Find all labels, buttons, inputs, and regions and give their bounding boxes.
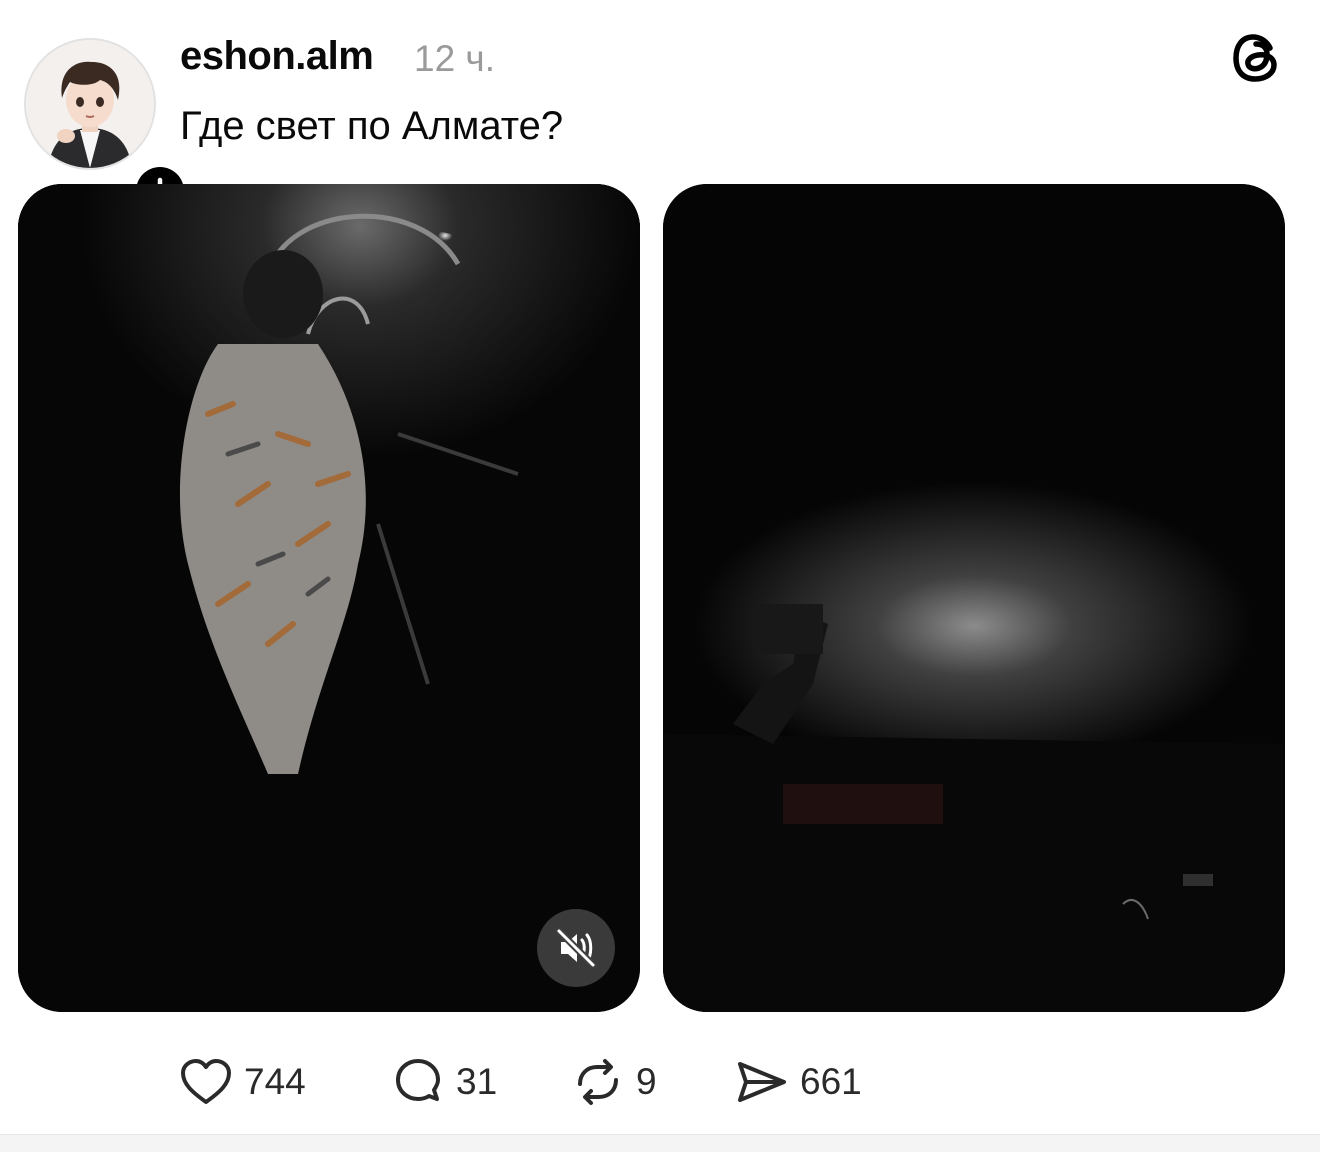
avatar[interactable] (24, 38, 156, 170)
username[interactable]: eshon.alm (180, 34, 374, 79)
video-1[interactable] (18, 184, 640, 1012)
avatar-container[interactable] (24, 38, 188, 219)
like-count: 744 (244, 1061, 306, 1102)
timestamp: 12 ч. (414, 38, 495, 79)
mute-button[interactable] (537, 909, 615, 987)
repost-arrows-icon (578, 1059, 618, 1105)
heart-icon (181, 1059, 231, 1104)
repost-count: 9 (636, 1061, 657, 1102)
video-2[interactable] (663, 184, 1285, 1012)
paper-plane-icon (738, 1062, 786, 1102)
repost-button[interactable]: 9 (570, 1052, 657, 1112)
reply-button[interactable]: 31 (390, 1052, 497, 1112)
reply-count: 31 (456, 1061, 498, 1102)
video-2-frame (663, 184, 1285, 1012)
speaker-muted-icon (555, 927, 597, 969)
share-count: 661 (800, 1061, 862, 1102)
speech-bubble-icon (396, 1059, 440, 1101)
video-1-frame (18, 184, 640, 1012)
divider (0, 1134, 1320, 1152)
avatar-image (26, 40, 154, 168)
post-text: Где свет по Алмате? (180, 104, 564, 148)
like-button[interactable]: 744 (178, 1052, 306, 1112)
share-button[interactable]: 661 (734, 1052, 862, 1112)
threads-logo-icon[interactable] (1226, 28, 1286, 88)
